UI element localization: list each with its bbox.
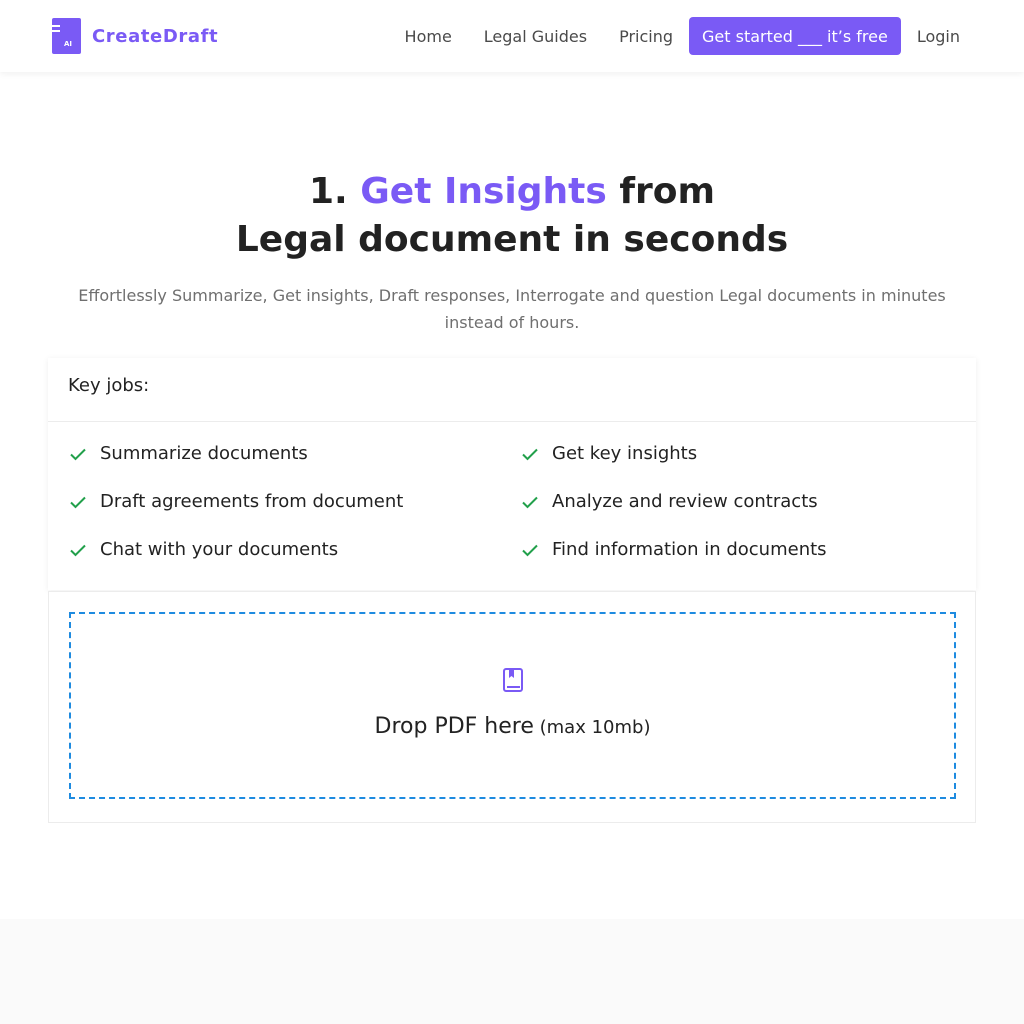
key-jobs-card: Key jobs: Summarize documents Get key in… <box>48 358 976 590</box>
hero-title-accent: Get Insights <box>360 171 607 212</box>
logo-mark: AI <box>52 18 81 54</box>
drop-label: Drop PDF here <box>374 714 534 739</box>
get-started-button[interactable]: Get started ___ it’s free <box>689 17 901 55</box>
brand-name: CreateDraft <box>92 25 219 47</box>
check-icon <box>520 444 540 464</box>
footer-band <box>0 919 1024 1024</box>
book-icon <box>503 668 523 692</box>
hero-subtitle: Effortlessly Summarize, Get insights, Dr… <box>78 286 946 332</box>
key-jobs-heading: Key jobs: <box>48 358 976 422</box>
nav-home[interactable]: Home <box>405 27 452 46</box>
nav-legal-guides[interactable]: Legal Guides <box>484 27 587 46</box>
job-item: Summarize documents <box>68 443 308 464</box>
job-label: Get key insights <box>552 443 698 464</box>
check-icon <box>68 492 88 512</box>
check-icon <box>520 492 540 512</box>
hero-title-line2: Legal document in seconds <box>235 219 789 260</box>
nav-pricing[interactable]: Pricing <box>619 27 673 46</box>
drop-instructions: Drop PDF here (max 10mb) <box>71 714 954 739</box>
upload-card: Drop PDF here (max 10mb) <box>48 591 976 823</box>
check-icon <box>68 540 88 560</box>
job-label: Analyze and review contracts <box>552 491 818 512</box>
job-label: Draft agreements from document <box>100 491 404 512</box>
job-label: Find information in documents <box>552 539 827 560</box>
job-item: Draft agreements from document <box>68 491 403 512</box>
main-nav: Home Legal Guides Pricing Get started __… <box>405 17 960 55</box>
site-header: AI CreateDraft Home Legal Guides Pricing… <box>0 0 1024 72</box>
job-item: Chat with your documents <box>68 539 338 560</box>
hero-title-suffix: from <box>606 171 715 212</box>
job-item: Get key insights <box>520 443 697 464</box>
logo-badge: AI <box>63 40 72 48</box>
nav-login[interactable]: Login <box>917 27 960 46</box>
logo[interactable]: AI CreateDraft <box>52 18 218 54</box>
job-label: Chat with your documents <box>100 539 339 560</box>
check-icon <box>68 444 88 464</box>
job-label: Summarize documents <box>100 443 308 464</box>
pdf-drop-zone[interactable]: Drop PDF here (max 10mb) <box>69 612 956 799</box>
hero-title-prefix: 1. <box>308 171 361 212</box>
hero-title: 1. Get Insights from Legal document in s… <box>0 168 1024 264</box>
check-icon <box>520 540 540 560</box>
job-item: Find information in documents <box>520 539 827 560</box>
job-item: Analyze and review contracts <box>520 491 818 512</box>
drop-size-note: (max 10mb) <box>533 717 651 738</box>
